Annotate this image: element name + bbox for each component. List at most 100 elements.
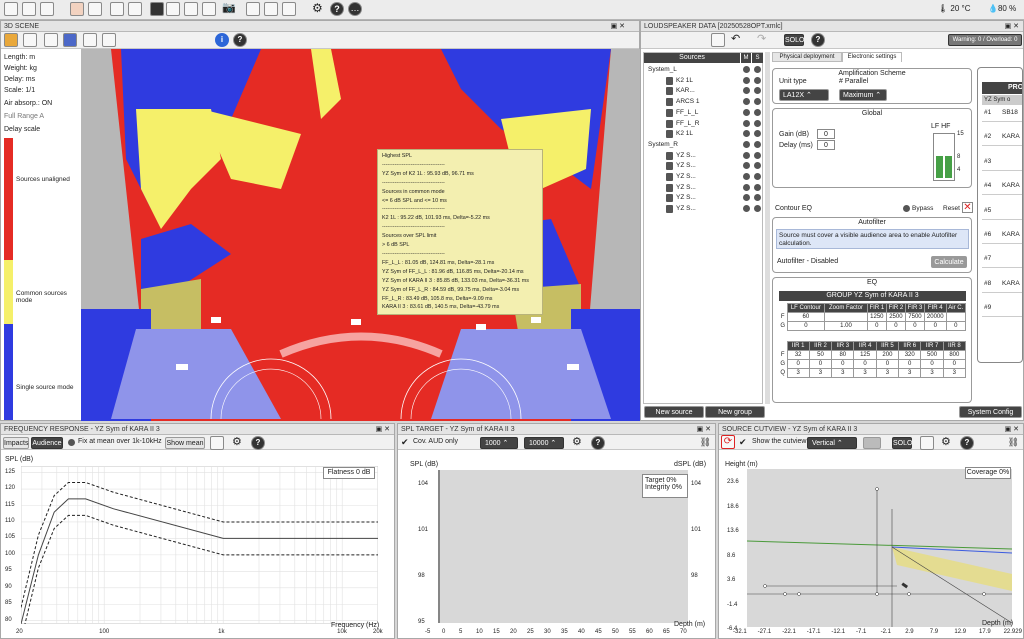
lsdata-help-icon[interactable]: ?	[811, 33, 825, 47]
eq-q2-6[interactable]: 3	[920, 368, 944, 378]
point-5[interactable]	[875, 592, 879, 596]
tree-row[interactable]: YZ S...	[644, 193, 762, 203]
tree-row[interactable]: YZ S...	[644, 161, 762, 171]
eq-q2-3[interactable]: 3	[853, 368, 877, 378]
freq-to-select[interactable]: 10000 ⌃	[524, 437, 564, 449]
view-camera-icon[interactable]	[4, 33, 18, 47]
freq-gear-icon[interactable]: ⚙	[232, 436, 246, 450]
gear-icon[interactable]: ⚙	[312, 2, 326, 16]
eq-g2-5[interactable]: 0	[898, 359, 922, 369]
preset-row-value[interactable]: SB18	[1002, 109, 1018, 116]
cut-slider[interactable]	[863, 437, 881, 449]
measure-icon[interactable]	[102, 33, 116, 47]
rotate-icon[interactable]	[44, 33, 58, 47]
orientation-select[interactable]: Vertical ⌃	[807, 437, 857, 449]
unit-type-select[interactable]: LA12X ⌃	[779, 89, 829, 101]
preset-row-value[interactable]: KARA	[1002, 182, 1020, 189]
solo-toggle[interactable]	[754, 205, 761, 213]
eq-f1-0[interactable]: 60	[786, 312, 826, 322]
mute-toggle[interactable]	[743, 194, 750, 202]
eq-f1-4[interactable]: 7500	[904, 312, 926, 322]
solo-toggle[interactable]	[754, 140, 761, 148]
eq-g2-0[interactable]: 0	[786, 359, 810, 369]
table-icon[interactable]	[282, 2, 296, 16]
preset-row-value[interactable]: KARA	[1002, 280, 1020, 287]
eq-g2-3[interactable]: 0	[853, 359, 877, 369]
eq-g2-7[interactable]: 0	[942, 359, 967, 369]
point-1[interactable]	[763, 584, 767, 588]
eq-q2-1[interactable]: 3	[808, 368, 833, 378]
mute-toggle[interactable]	[743, 151, 750, 159]
mute-toggle[interactable]	[743, 162, 750, 170]
new-group-button[interactable]: New group	[705, 406, 765, 418]
speaker-marker-2[interactable]	[351, 319, 361, 325]
chart-icon[interactable]	[128, 2, 142, 16]
solo-toggle[interactable]	[754, 108, 761, 116]
solo-toggle[interactable]	[754, 151, 761, 159]
solo-toggle[interactable]	[754, 183, 761, 191]
mute-toggle[interactable]	[743, 119, 750, 127]
scene-viewport[interactable]	[81, 49, 640, 421]
mute-toggle[interactable]	[743, 66, 750, 73]
gain-field[interactable]: 0	[817, 129, 835, 139]
ruler-icon[interactable]	[83, 33, 97, 47]
eq-q2-0[interactable]: 3	[786, 368, 810, 378]
eq-f2-0[interactable]: 32	[786, 350, 810, 360]
calculate-button[interactable]: Calculate	[931, 256, 967, 268]
refresh-icon[interactable]: ⟳	[721, 435, 735, 449]
probe-icon[interactable]	[181, 33, 195, 47]
eq-f1-6[interactable]	[945, 312, 967, 322]
fix-mean-radio[interactable]	[68, 439, 75, 446]
pencil-icon[interactable]	[163, 33, 177, 47]
pen-icon[interactable]	[143, 33, 157, 47]
save-icon[interactable]	[40, 2, 54, 16]
calculator-icon[interactable]	[110, 2, 124, 16]
export-icon[interactable]	[711, 33, 725, 47]
solo-toggle[interactable]	[754, 76, 761, 84]
point-6[interactable]	[907, 592, 911, 596]
save-disk-icon[interactable]	[685, 33, 699, 47]
help-icon[interactable]: ?	[330, 2, 344, 16]
point-7[interactable]	[982, 592, 986, 596]
solo-toggle[interactable]	[754, 66, 761, 73]
solo-toggle[interactable]	[754, 130, 761, 138]
solo-toggle[interactable]	[754, 194, 761, 202]
speaker-marker-5[interactable]	[176, 364, 188, 370]
eq-f2-7[interactable]: 800	[942, 350, 967, 360]
spl-link-icon[interactable]: ⛓	[700, 437, 711, 448]
loudspeaker-icon[interactable]	[70, 2, 84, 16]
info-icon[interactable]: i	[215, 33, 229, 47]
layout-icon-1[interactable]	[166, 2, 180, 16]
speaker-marker-3[interactable]	[476, 324, 486, 330]
mute-toggle[interactable]	[743, 173, 750, 180]
preset-row-value[interactable]: KARA	[1002, 133, 1020, 140]
tree-row[interactable]: K2 1L	[644, 76, 762, 86]
preset-row-value[interactable]: KARA	[1002, 231, 1020, 238]
bypass-indicator[interactable]	[903, 205, 910, 212]
eq-f2-1[interactable]: 50	[808, 350, 833, 360]
cut-window-controls[interactable]: ▣ ✕	[1005, 425, 1019, 433]
cutview-plot[interactable]	[747, 469, 1012, 627]
spl-help-icon[interactable]: ?	[591, 436, 605, 450]
solo-toggle[interactable]	[754, 162, 761, 170]
tree-row[interactable]: FF_L_L	[644, 108, 762, 118]
tree-row[interactable]: K2 1L	[644, 129, 762, 139]
cursor-icon[interactable]	[199, 33, 213, 47]
cut-help-icon[interactable]: ?	[960, 436, 974, 450]
cut-gear-icon[interactable]: ⚙	[941, 436, 955, 450]
tree-row[interactable]: YZ S...	[644, 183, 762, 193]
lsdata-solo-button[interactable]: SOLO	[784, 34, 804, 46]
frequency-plot[interactable]	[21, 466, 378, 624]
point-4[interactable]	[875, 487, 879, 491]
mute-toggle[interactable]	[743, 140, 750, 148]
redo-icon[interactable]: ↷	[757, 33, 771, 47]
cov-checkbox-icon[interactable]: ✔	[401, 437, 409, 448]
tree-row[interactable]: FF_L_R	[644, 119, 762, 129]
mute-toggle[interactable]	[743, 76, 750, 84]
camera-icon[interactable]: 📷	[222, 2, 236, 16]
point-3[interactable]	[797, 592, 801, 596]
eq-g1-2[interactable]: 0	[866, 321, 887, 331]
layout-icon-2[interactable]	[184, 2, 198, 16]
tree-row[interactable]: YZ S...	[644, 172, 762, 182]
spl-window-controls[interactable]: ▣ ✕	[697, 425, 711, 433]
